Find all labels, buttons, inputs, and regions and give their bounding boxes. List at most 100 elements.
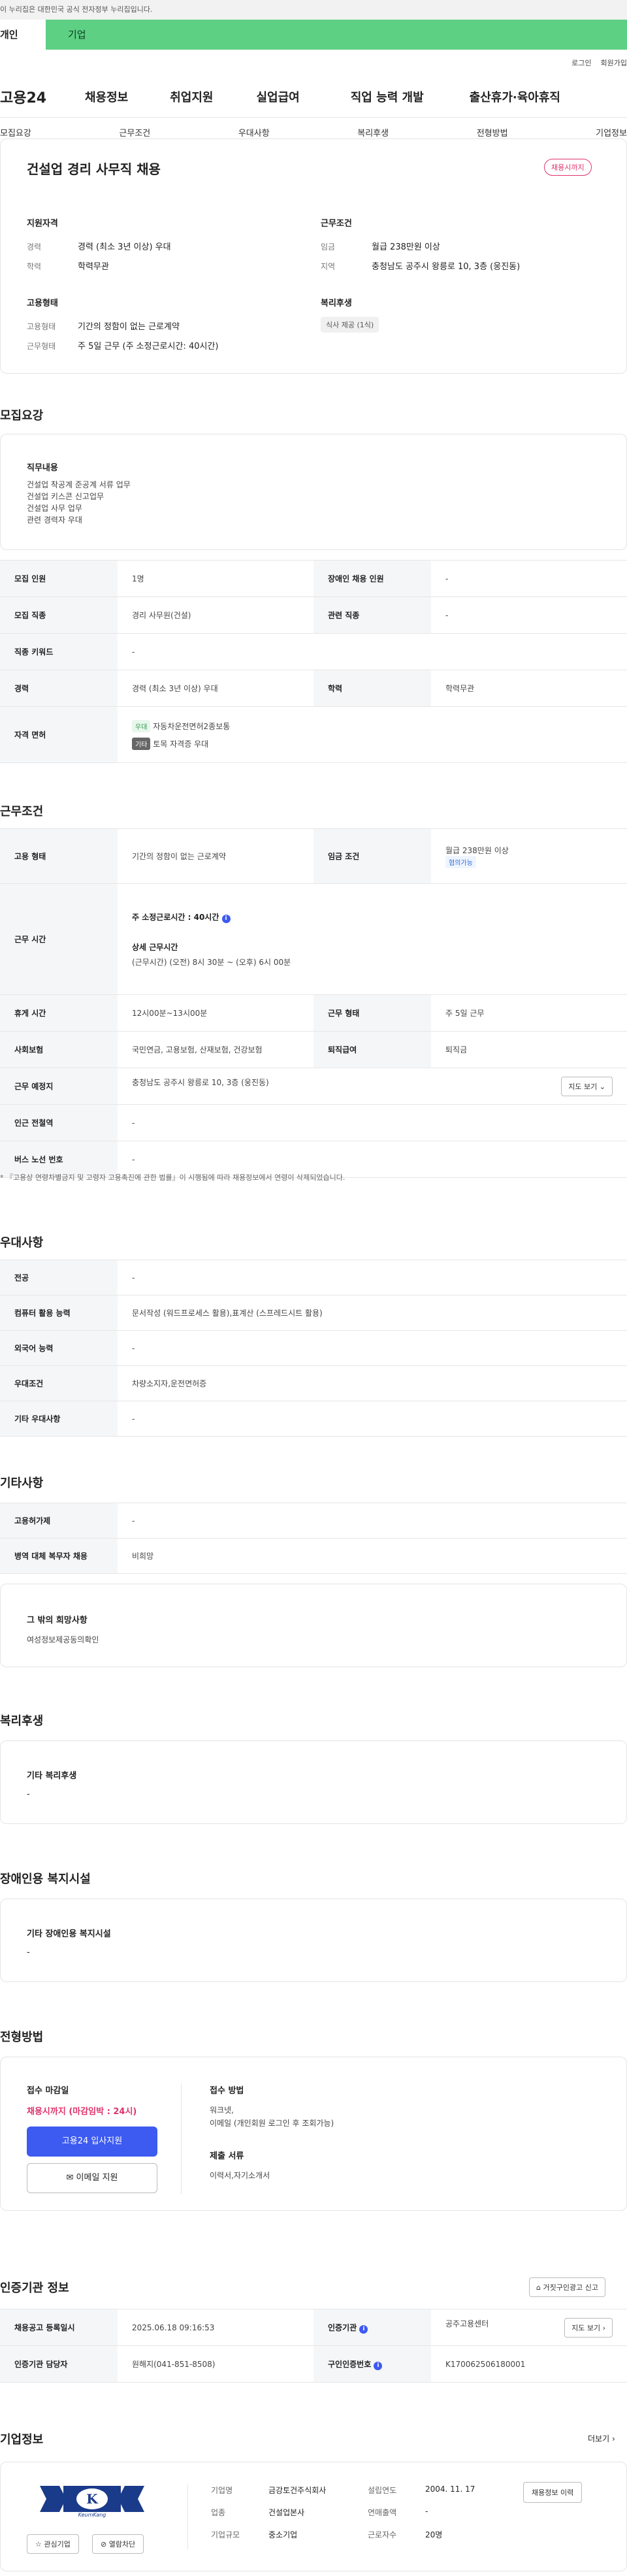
- tab-company[interactable]: 기업: [46, 20, 627, 50]
- info-icon[interactable]: i: [221, 914, 231, 923]
- info-icon[interactable]: i: [374, 2361, 383, 2370]
- table-row: 채용공고 등록일시 2025.06.18 09:16:53 인증기관 i 공주고…: [0, 2309, 627, 2346]
- signup-link[interactable]: 회원가입: [601, 57, 627, 68]
- cond-title: 근무조건: [321, 219, 352, 229]
- table-row: 병역 대체 복무자 채용 비희망: [0, 1538, 627, 1574]
- table-row: 경력 경력 (최소 3년 이상) 우대 학력 학력무관: [0, 670, 627, 707]
- gnb-leave[interactable]: 출산휴가·육아휴직: [470, 88, 560, 105]
- tab-process[interactable]: 전형방법: [477, 126, 508, 139]
- tab-recruit[interactable]: 모집요강: [0, 126, 31, 139]
- wage-value: 월급 238만원 이상: [372, 242, 440, 252]
- gnb-training[interactable]: 직업 능력 개발: [351, 88, 424, 105]
- block-button[interactable]: ⊘ 열람차단: [92, 2534, 144, 2554]
- job-history-button[interactable]: 채용정보 이력: [523, 2482, 583, 2503]
- apply-button[interactable]: 고용24 입사지원: [27, 2127, 157, 2157]
- wage-key: 임금 조건: [314, 828, 431, 884]
- method-value-1: 워크넷,: [210, 2106, 234, 2115]
- table-row: 자격 면허 우대 자동차운전면허2종보통 기타 토목 자격증 우대: [0, 706, 627, 763]
- email-apply-button[interactable]: ✉ 이메일 지원: [27, 2163, 157, 2193]
- duty-box: 직무내용 건설업 착공계 준공계 서류 업무 건설업 키스콘 신고업무 건설업 …: [0, 434, 627, 550]
- login-link[interactable]: 로그인: [571, 57, 591, 68]
- name-value: 금강토건주식회사: [268, 2486, 327, 2495]
- deadline-title: 접수 마감일: [27, 2086, 69, 2096]
- loc-label: 지역: [321, 262, 336, 271]
- table-row: 근무 시간 주 소정근로시간 : 40시간 i 상세 근무시간 (근무시간) (…: [0, 883, 627, 995]
- map-button[interactable]: 지도 보기 ⌄: [561, 1076, 613, 1096]
- tab-welfare[interactable]: 복리후생: [357, 126, 389, 139]
- disabled-value: -: [431, 560, 627, 597]
- military-value: 비희망: [118, 1538, 627, 1574]
- pref-etc-value: -: [118, 1401, 627, 1437]
- career-value: 경력 (최소 3년 이상) 우대: [118, 670, 314, 707]
- license-2: 토목 자격증 우대: [153, 739, 209, 749]
- emp-value: 20명: [425, 2530, 443, 2539]
- tab-pref[interactable]: 우대사항: [238, 126, 270, 139]
- ind-value: 건설업본사: [268, 2508, 305, 2517]
- age-note: * 『고용상 연령차별금지 및 고령자 고용촉진에 관한 법률』이 시행됨에 따…: [0, 1173, 346, 1182]
- gnb-employment[interactable]: 취업지원: [170, 88, 213, 105]
- recruit-heading: 모집요강: [0, 409, 44, 423]
- count-value: 1명: [118, 560, 314, 597]
- insurance-value: 국민연금, 고용보험, 산재보험, 건강보험: [118, 1031, 314, 1068]
- emptype-key: 고용 형태: [0, 828, 118, 884]
- welfare-chip: 식사 제공 (1식): [321, 317, 379, 333]
- table-row: 사회보험 국민연금, 고용보험, 산재보험, 건강보험 퇴직급여 퇴직금: [0, 1031, 627, 1068]
- method-title: 접수 방법: [210, 2086, 244, 2096]
- tab-personal[interactable]: 개인: [0, 20, 46, 50]
- top-links: 로그인 회원가입: [0, 50, 627, 76]
- wish-title: 그 밖의 희망사항: [27, 1616, 88, 1625]
- table-row: 우대조건 차량소지자,운전면허증: [0, 1365, 627, 1401]
- qual-title: 지원자격: [27, 219, 58, 229]
- more-link[interactable]: 더보기 ›: [588, 2433, 615, 2444]
- place-cell: 충청남도 공주시 왕릉로 10, 3층 (웅진동) 지도 보기 ⌄: [118, 1068, 627, 1105]
- process-heading: 전형방법: [0, 2030, 44, 2044]
- brand-logo[interactable]: 고용24: [0, 86, 65, 107]
- subway-value: -: [118, 1104, 627, 1141]
- org-value: 공주고용센터: [445, 2319, 489, 2328]
- wish-box: 그 밖의 희망사항 여성정보제공동의확인: [0, 1584, 627, 1667]
- negotiable-chip: 협의가능: [445, 855, 476, 868]
- keyword-key: 직종 키워드: [0, 633, 118, 670]
- welfare-value: -: [27, 1789, 30, 1799]
- name-key: 기업명: [211, 2486, 233, 2495]
- info-icon[interactable]: i: [359, 2324, 368, 2334]
- tab-company[interactable]: 기업정보: [596, 126, 627, 139]
- loc-value: 충청남도 공주시 왕릉로 10, 3층 (웅진동): [372, 262, 521, 272]
- user-type-tabs: 개인 기업: [0, 20, 627, 50]
- pref-cond-key: 우대조건: [0, 1365, 118, 1401]
- gnb-jobs[interactable]: 채용정보: [85, 88, 128, 105]
- job-key: 모집 직종: [0, 596, 118, 634]
- pref-heading: 우대사항: [0, 1236, 44, 1250]
- reg-key: 채용공고 등록일시: [0, 2309, 118, 2346]
- emptype-label: 고용형태: [27, 322, 56, 331]
- gov-banner: 이 누리집은 대한민국 공식 전자정부 누리집입니다.: [0, 0, 627, 20]
- worktype-value: 주 5일 근무 (주 소정근로시간: 40시간): [78, 342, 219, 351]
- num-value: K170062506180001: [431, 2345, 627, 2383]
- welfare-heading: 복리후생: [0, 1714, 44, 1728]
- tab-work[interactable]: 근무조건: [119, 126, 150, 139]
- est-value: 2004. 11. 17: [425, 2485, 475, 2494]
- company-box: K KeumKang ☆ 관심기업 ⊘ 열람차단 기업명 금강토건주식회사 설립…: [0, 2462, 627, 2571]
- emp-title: 고용형태: [27, 299, 58, 308]
- method-value-2: 이메일 (개인회원 로그인 후 조회가능): [210, 2119, 334, 2128]
- process-box: 접수 마감일 채용시까지 (마감임박 : 24시) 고용24 입사지원 ✉ 이메…: [0, 2057, 627, 2211]
- duty-item: 건설업 키스콘 신고업무: [27, 492, 104, 501]
- license-etc-chip: 기타: [132, 737, 151, 750]
- org-map-button[interactable]: 지도 보기 ›: [564, 2317, 613, 2338]
- work-heading: 근무조건: [0, 805, 44, 819]
- table-row: 모집 직종 경리 사무원(건설) 관련 직종 -: [0, 596, 627, 634]
- summary-card: 건설업 경리 사무직 채용 채용시까지 지원자격 경력 경력 (최소 3년 이상)…: [0, 139, 627, 374]
- block-icon: ⊘: [101, 2540, 107, 2549]
- report-button[interactable]: ⌂ 거짓구인광고 신고: [529, 2277, 605, 2297]
- table-row: 직종 키워드 -: [0, 633, 627, 670]
- ind-key: 업종: [211, 2508, 226, 2517]
- fav-button[interactable]: ☆ 관심기업: [27, 2534, 79, 2554]
- divider: [187, 2485, 188, 2550]
- duty-item: 건설업 사무 업무: [27, 504, 82, 513]
- count-key: 모집 인원: [0, 560, 118, 597]
- keyword-value: -: [118, 633, 627, 670]
- hours-cell: 주 소정근로시간 : 40시간 i 상세 근무시간 (근무시간) (오전) 8시…: [118, 883, 627, 995]
- size-key: 기업규모: [211, 2530, 240, 2539]
- detail-hours-title: 상세 근무시간: [132, 942, 178, 952]
- gnb-unemployment[interactable]: 실업급여: [257, 88, 300, 105]
